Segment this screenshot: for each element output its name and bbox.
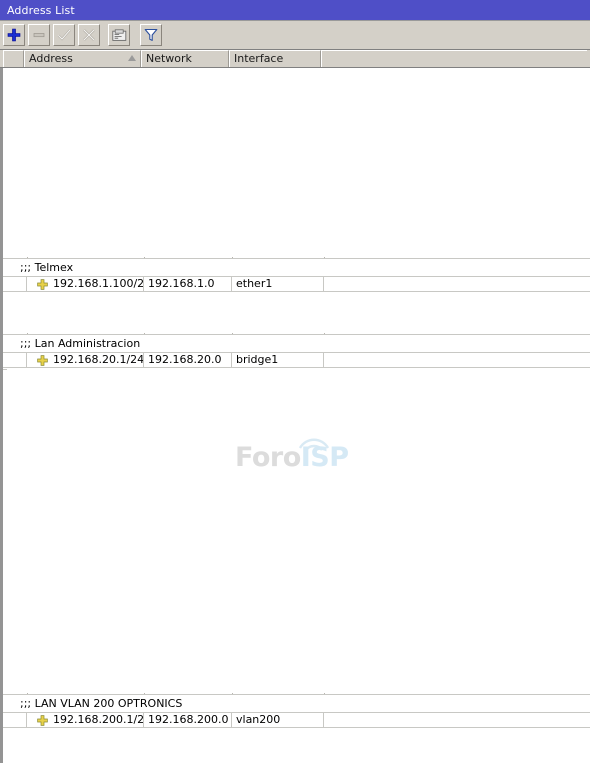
table-row[interactable]: 192.168.20.1/24 192.168.20.0 bridge1 — [3, 352, 590, 368]
column-header-network[interactable]: Network — [141, 50, 229, 67]
column-tick — [144, 257, 145, 258]
watermark-text: ForoISP — [235, 442, 349, 473]
cell-network: 192.168.200.0 — [144, 713, 232, 727]
window-titlebar: Address List — [0, 0, 590, 21]
window-title: Address List — [7, 4, 75, 17]
column-tick — [232, 257, 233, 258]
filter-icon — [144, 28, 158, 41]
watermark-isp: ISP — [300, 442, 349, 473]
column-tick — [27, 257, 28, 258]
group-separator-line — [3, 334, 590, 335]
cell-interface: ether1 — [232, 277, 324, 291]
column-header-flag[interactable] — [3, 50, 24, 67]
foroisp-watermark: ForoISP — [235, 436, 365, 476]
minus-icon — [33, 33, 45, 38]
column-tick — [324, 693, 325, 694]
row-flag-cell — [6, 277, 27, 291]
group-separator-line — [3, 258, 590, 259]
cell-address: 192.168.1.100/24 — [27, 277, 144, 291]
disable-button[interactable] — [78, 24, 100, 46]
comment-row[interactable]: ;;; LAN VLAN 200 OPTRONICS — [3, 696, 590, 711]
cell-network: 192.168.20.0 — [144, 353, 232, 367]
comment-text: ;;; Lan Administracion — [20, 337, 141, 350]
row-flag-cell — [6, 353, 27, 367]
cross-icon — [83, 29, 95, 41]
cell-blank — [324, 277, 590, 291]
cell-interface: bridge1 — [232, 353, 324, 367]
toolbar — [0, 21, 590, 50]
table-row[interactable]: 192.168.1.100/24 192.168.1.0 ether1 — [3, 276, 590, 292]
column-tick — [232, 693, 233, 694]
comment-row[interactable]: ;;; Telmex — [3, 260, 590, 275]
cell-blank — [324, 713, 590, 727]
column-tick-row — [3, 333, 590, 334]
column-header-address-label: Address — [29, 52, 73, 65]
group-separator-line — [3, 369, 7, 370]
row-flag-cell — [6, 713, 27, 727]
column-tick-row — [3, 693, 590, 694]
sort-ascending-icon — [128, 55, 136, 61]
watermark-foro: Foro — [235, 442, 301, 473]
plus-icon — [7, 28, 21, 42]
cell-interface: vlan200 — [232, 713, 324, 727]
column-tick — [27, 333, 28, 334]
check-icon — [57, 29, 71, 41]
table-column-header: Address Network Interface — [0, 50, 590, 68]
comment-button[interactable] — [108, 24, 130, 46]
address-table-body[interactable]: ;;; Telmex 192.168.1.100/24 192.168.1.0 … — [0, 68, 590, 763]
enable-button[interactable] — [53, 24, 75, 46]
filter-button[interactable] — [140, 24, 162, 46]
comment-text: ;;; LAN VLAN 200 OPTRONICS — [20, 697, 183, 710]
table-row[interactable]: 192.168.200.1/24 192.168.200.0 vlan200 — [3, 712, 590, 728]
cell-network: 192.168.1.0 — [144, 277, 232, 291]
address-enabled-icon — [37, 355, 48, 366]
cell-address: 192.168.20.1/24 — [27, 353, 144, 367]
comment-row[interactable]: ;;; Lan Administracion — [3, 336, 590, 351]
column-header-interface[interactable]: Interface — [229, 50, 321, 67]
group-separator-line — [3, 694, 590, 695]
comment-icon — [111, 28, 126, 41]
column-tick — [144, 693, 145, 694]
comment-text: ;;; Telmex — [20, 261, 74, 274]
address-enabled-icon — [37, 715, 48, 726]
column-tick — [232, 333, 233, 334]
cell-blank — [324, 353, 590, 367]
column-tick — [324, 257, 325, 258]
column-header-address[interactable]: Address — [24, 50, 141, 67]
wifi-arc-icon — [298, 438, 330, 451]
address-list-window: Address List Address Network Interface ;… — [0, 0, 590, 763]
remove-button[interactable] — [28, 24, 50, 46]
cell-address: 192.168.200.1/24 — [27, 713, 144, 727]
column-header-blank[interactable] — [321, 50, 587, 67]
column-tick-row — [3, 257, 590, 258]
column-tick — [144, 333, 145, 334]
address-enabled-icon — [37, 279, 48, 290]
column-tick — [324, 333, 325, 334]
add-button[interactable] — [3, 24, 25, 46]
column-tick — [27, 693, 28, 694]
